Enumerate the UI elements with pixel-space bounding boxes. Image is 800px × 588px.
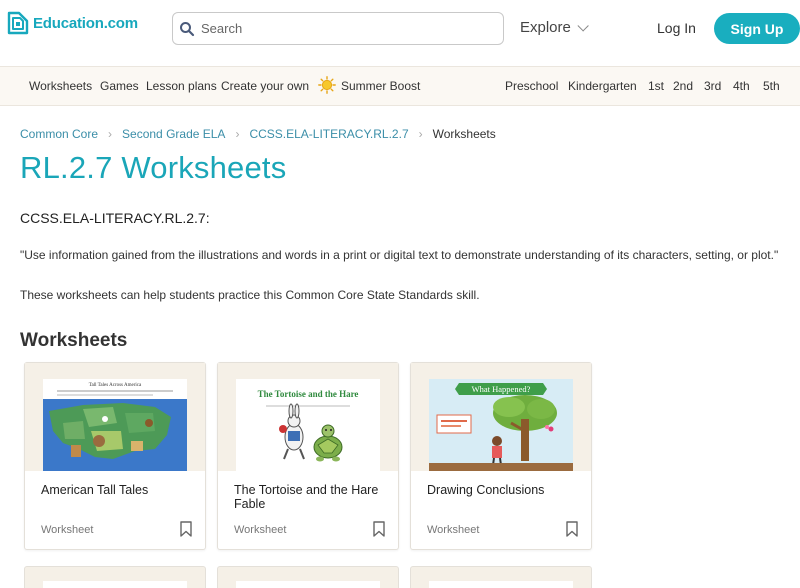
worksheet-card-tortoise-and-hare[interactable]: The Tortoise and the Hare The Tortoise a… — [217, 362, 399, 550]
explore-menu[interactable]: Explore — [520, 19, 589, 36]
page-description: These worksheets can help students pract… — [20, 288, 480, 302]
worksheet-card-american-tall-tales[interactable]: Tall Tales Across America American Tall … — [24, 362, 206, 550]
subnav-item-games[interactable]: Games — [100, 79, 139, 93]
breadcrumb-separator-icon: › — [418, 127, 423, 141]
subnav-grade-4th[interactable]: 4th — [733, 79, 750, 93]
card-type: Worksheet — [41, 524, 94, 536]
breadcrumb-separator-icon: › — [108, 127, 113, 141]
worksheet-card-drawing-conclusions[interactable]: What Happened? Drawing Conclusions Works… — [410, 362, 592, 550]
breadcrumb-current: Worksheets — [432, 127, 496, 141]
subnav-grade-kindergarten[interactable]: Kindergarten — [568, 79, 637, 93]
card-thumbnail — [236, 581, 380, 588]
card-thumbnail-area: Tall Tales Across America — [25, 363, 205, 471]
breadcrumb-common-core[interactable]: Common Core — [20, 127, 98, 141]
top-header: Education.com Explore Log In Sign Up — [0, 0, 800, 66]
card-thumbnail — [43, 581, 187, 588]
breadcrumb-standard[interactable]: CCSS.ELA-LITERACY.RL.2.7 — [249, 127, 408, 141]
page-title: RL.2.7 Worksheets — [20, 150, 287, 185]
login-link[interactable]: Log In — [657, 20, 696, 36]
subnav-item-lesson-plans[interactable]: Lesson plans — [146, 79, 217, 93]
subnav-grade-2nd[interactable]: 2nd — [673, 79, 693, 93]
worksheet-card-partial[interactable] — [217, 566, 399, 588]
card-thumbnail-area: The Tortoise and the Hare — [218, 363, 398, 471]
subnav-grade-3rd[interactable]: 3rd — [704, 79, 721, 93]
subnav: Worksheets Games Lesson plans Create you… — [0, 66, 800, 106]
logo-text: Education.com — [33, 14, 138, 32]
section-heading: Worksheets — [20, 330, 128, 351]
bookmark-icon[interactable] — [180, 521, 192, 537]
logo[interactable]: Education.com — [5, 10, 138, 36]
card-thumbnail: What Happened? — [429, 379, 573, 471]
breadcrumb: Common Core › Second Grade ELA › CCSS.EL… — [20, 127, 496, 141]
thumb-caption: What Happened? — [472, 384, 531, 394]
bookmark-icon[interactable] — [566, 521, 578, 537]
search-input[interactable] — [201, 21, 481, 36]
search-box[interactable] — [172, 12, 504, 45]
logo-icon — [5, 10, 31, 36]
sun-icon — [318, 76, 336, 94]
card-title[interactable]: American Tall Tales — [41, 483, 195, 497]
breadcrumb-second-grade-ela[interactable]: Second Grade ELA — [122, 127, 225, 141]
subnav-item-create-your-own[interactable]: Create your own — [221, 79, 309, 93]
subnav-item-worksheets[interactable]: Worksheets — [29, 79, 92, 93]
card-type: Worksheet — [234, 524, 287, 536]
explore-label: Explore — [520, 19, 571, 36]
subnav-grade-1st[interactable]: 1st — [648, 79, 664, 93]
standard-code: CCSS.ELA-LITERACY.RL.2.7: — [20, 210, 210, 226]
card-type: Worksheet — [427, 524, 480, 536]
breadcrumb-separator-icon: › — [235, 127, 240, 141]
card-thumbnail: Tall Tales Across America — [43, 379, 187, 471]
card-thumbnail — [429, 581, 573, 588]
worksheet-card-partial[interactable] — [410, 566, 592, 588]
card-thumbnail: The Tortoise and the Hare — [236, 379, 380, 471]
worksheet-card-partial[interactable] — [24, 566, 206, 588]
card-title[interactable]: Drawing Conclusions — [427, 483, 581, 497]
bookmark-icon[interactable] — [373, 521, 385, 537]
subnav-item-summer-boost[interactable]: Summer Boost — [341, 79, 420, 93]
thumb-caption: Tall Tales Across America — [89, 383, 142, 388]
search-icon — [179, 21, 195, 37]
thumb-caption: The Tortoise and the Hare — [258, 389, 359, 399]
card-thumbnail-area: What Happened? — [411, 363, 591, 471]
subnav-grade-preschool[interactable]: Preschool — [505, 79, 558, 93]
signup-button[interactable]: Sign Up — [714, 13, 800, 44]
chevron-down-icon — [577, 19, 589, 32]
card-title[interactable]: The Tortoise and the Hare Fable — [234, 483, 388, 511]
standard-quote: "Use information gained from the illustr… — [20, 248, 779, 262]
subnav-grade-5th[interactable]: 5th — [763, 79, 780, 93]
